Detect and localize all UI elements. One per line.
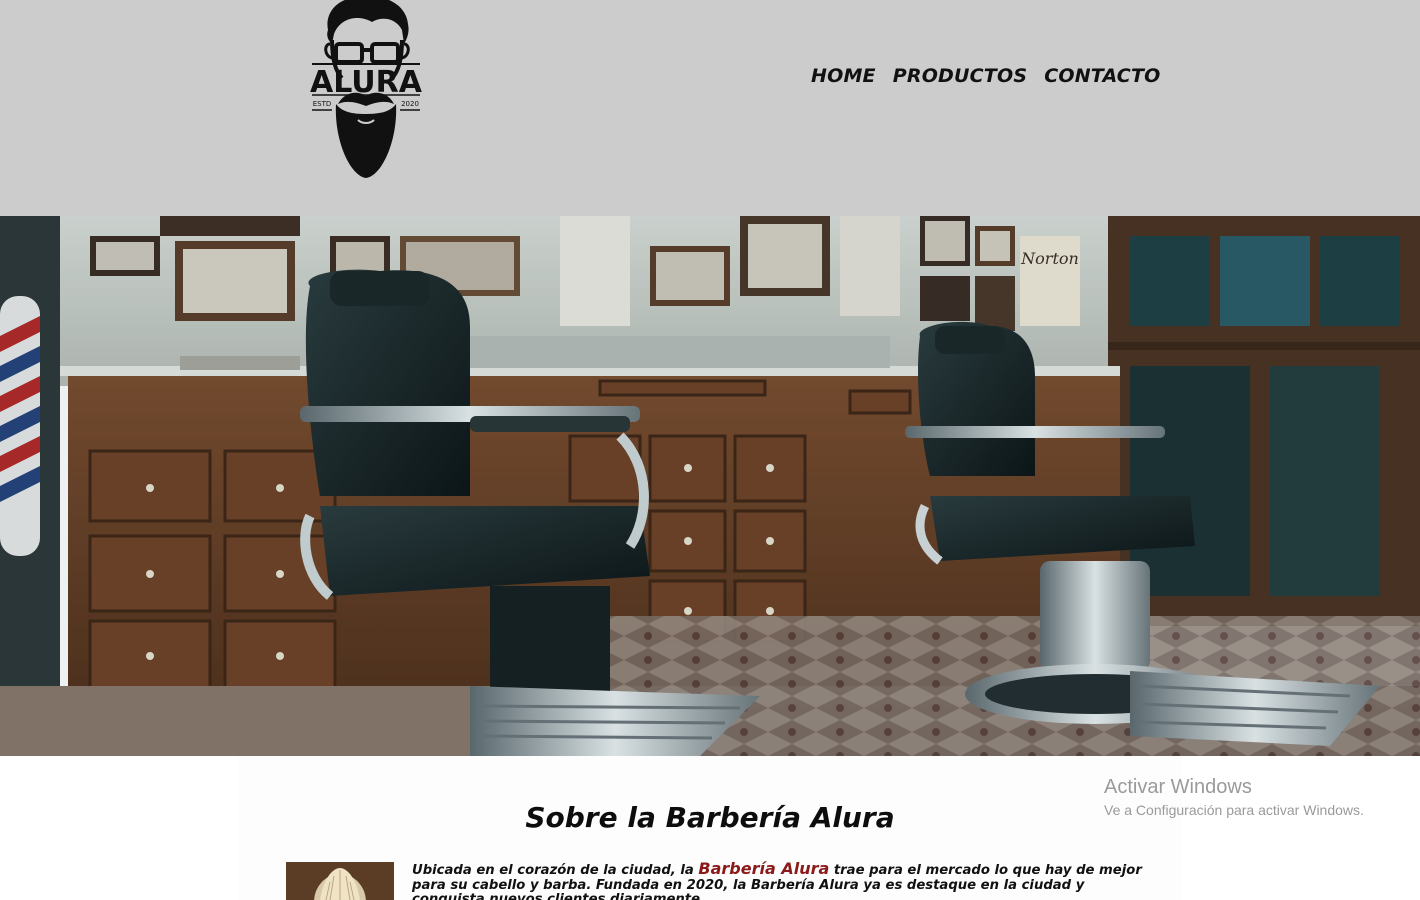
svg-text:ESTD: ESTD xyxy=(313,100,332,108)
shaving-brush-icon xyxy=(286,862,394,900)
bearded-man-logo-icon: ALURA ESTD 2020 xyxy=(310,0,423,178)
about-section: Sobre la Barbería Alura Ubicada en el co… xyxy=(238,756,1182,900)
main-nav: HOME PRODUCTOS CONTACTO xyxy=(811,64,1160,88)
brand-highlight: Barbería Alura xyxy=(698,859,830,878)
site-header: ALURA ESTD 2020 HOME PRODUCTOS CONTACTO xyxy=(0,0,1420,216)
hero-banner: Norton xyxy=(0,216,1420,756)
windows-activation-watermark: Activar Windows Ve a Configuración para … xyxy=(1104,775,1364,819)
watermark-title: Activar Windows xyxy=(1104,776,1252,798)
barbershop-photo: Norton xyxy=(0,216,1420,756)
about-description: Ubicada en el corazón de la ciudad, la B… xyxy=(412,859,1142,900)
nav-home[interactable]: HOME xyxy=(811,64,876,88)
svg-text:2020: 2020 xyxy=(401,100,419,108)
watermark-subtitle: Ve a Configuración para activar Windows. xyxy=(1104,802,1364,818)
about-text-intro: Ubicada en el corazón de la ciudad, la xyxy=(412,863,699,878)
alura-logo[interactable]: ALURA ESTD 2020 xyxy=(306,0,426,182)
nav-productos[interactable]: PRODUCTOS xyxy=(893,64,1027,88)
nav-contacto[interactable]: CONTACTO xyxy=(1044,64,1160,88)
about-title: Sobre la Barbería Alura xyxy=(525,801,895,834)
shaving-brush-image xyxy=(286,862,394,900)
